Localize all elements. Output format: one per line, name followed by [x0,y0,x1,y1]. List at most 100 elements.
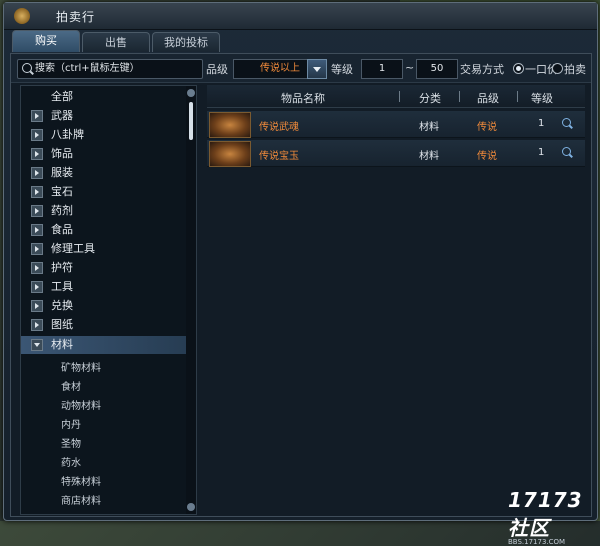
search-placeholder: 搜索（ctrl+鼠标左键） [35,63,140,74]
category-item-bagua[interactable]: 八卦牌 [21,126,191,144]
item-thumbnail [209,112,251,138]
table-header: 物品名称 分类 品级 等级 [207,85,585,108]
radio-auction[interactable] [552,63,563,74]
expand-icon[interactable] [31,205,43,217]
category-label: 兑换 [51,299,73,312]
expand-icon[interactable] [31,148,43,160]
item-name: 传说武魂 [259,122,299,133]
category-label: 全部 [51,90,73,103]
column-header-category[interactable]: 分类 [419,90,441,106]
subcategory-animal[interactable]: 动物材料 [61,397,101,412]
scroll-down-icon[interactable] [187,503,195,511]
window-titlebar[interactable]: 拍卖行 [4,3,597,30]
buy-panel: 搜索（ctrl+鼠标左键） 品级 传说以上 等级 1 ~ 50 交易方式 一口价… [10,53,592,517]
category-item-potions[interactable]: 药剂 [21,202,191,220]
category-item-clothing[interactable]: 服装 [21,164,191,182]
magnifier-icon[interactable] [562,118,571,127]
expand-icon[interactable] [31,224,43,236]
expand-icon[interactable] [31,186,43,198]
category-label: 药剂 [51,204,73,217]
category-label: 服装 [51,166,73,179]
watermark-logo: 17173社区 [508,488,583,540]
category-label: 护符 [51,261,73,274]
category-item-exchange[interactable]: 兑换 [21,297,191,315]
expand-icon[interactable] [31,319,43,331]
item-name: 传说宝玉 [259,151,299,162]
item-grade: 传说 [477,151,497,162]
category-item-talismans[interactable]: 护符 [21,259,191,277]
tab-my-bids[interactable]: 我的投标 [152,32,220,52]
scrollbar-thumb[interactable] [189,102,193,140]
category-label: 图纸 [51,318,73,331]
search-icon [22,63,32,73]
column-divider [399,91,400,102]
category-scrollbar[interactable] [186,86,196,514]
category-label: 八卦牌 [51,128,84,141]
subcategory-relics[interactable]: 圣物 [61,435,81,450]
auction-house-icon [14,8,30,24]
subcategory-elixirs[interactable]: 药水 [61,454,81,469]
subcategory-inner-core[interactable]: 内丹 [61,416,81,431]
magnifier-icon[interactable] [562,147,571,156]
radio-auction-label[interactable]: 拍卖 [564,61,586,77]
scroll-up-icon[interactable] [187,89,195,97]
level-max-input[interactable]: 50 [416,59,458,79]
table-row[interactable]: 传说宝玉 材料 传说 1 [207,140,585,167]
item-level: 1 [538,147,545,158]
watermark-url: BBS.17173.COM [508,538,566,546]
chevron-down-icon[interactable] [307,59,327,79]
column-header-level[interactable]: 等级 [531,90,553,106]
item-category: 材料 [419,151,439,162]
category-item-weapons[interactable]: 武器 [21,107,191,125]
expand-icon[interactable] [31,167,43,179]
category-label: 工具 [51,280,73,293]
results-table: 物品名称 分类 品级 等级 传说武魂 材料 传说 1 传说宝玉 材料 传说 1 [207,85,585,513]
expand-icon[interactable] [31,129,43,141]
category-item-gems[interactable]: 宝石 [21,183,191,201]
item-grade: 传说 [477,122,497,133]
level-range-separator: ~ [405,61,415,74]
radio-buyout[interactable] [513,63,524,74]
grade-label: 品级 [206,63,228,76]
category-item-materials[interactable]: 材料 [21,336,191,354]
category-label: 修理工具 [51,242,95,255]
category-label: 武器 [51,109,73,122]
collapse-icon[interactable] [31,339,43,351]
item-thumbnail [209,141,251,167]
filter-bar: 搜索（ctrl+鼠标左键） 品级 传说以上 等级 1 ~ 50 交易方式 一口价… [11,54,591,83]
category-item-all[interactable]: 全部 [21,88,191,106]
subcategory-ore[interactable]: 矿物材料 [61,359,101,374]
expand-icon[interactable] [31,300,43,312]
category-label: 宝石 [51,185,73,198]
subcategory-special[interactable]: 特殊材料 [61,473,101,488]
column-header-name[interactable]: 物品名称 [281,90,325,106]
category-list: 全部 武器 八卦牌 饰品 服装 宝石 药剂 食品 修理工具 护符 工具 兑换 图… [20,85,197,515]
tab-sell[interactable]: 出售 [82,32,150,52]
subcategory-ingredients[interactable]: 食材 [61,378,81,393]
search-input[interactable]: 搜索（ctrl+鼠标左键） [17,59,203,79]
level-min-input[interactable]: 1 [361,59,403,79]
column-header-grade[interactable]: 品级 [477,90,499,106]
expand-icon[interactable] [31,281,43,293]
category-label: 材料 [51,338,73,351]
expand-icon[interactable] [31,110,43,122]
category-item-blueprints[interactable]: 图纸 [21,316,191,334]
trade-method-label: 交易方式 [460,63,504,76]
category-item-food[interactable]: 食品 [21,221,191,239]
expand-icon[interactable] [31,262,43,274]
item-level: 1 [538,118,545,129]
category-item-accessories[interactable]: 饰品 [21,145,191,163]
category-item-tools[interactable]: 工具 [21,278,191,296]
category-label: 饰品 [51,147,73,160]
table-row[interactable]: 传说武魂 材料 传说 1 [207,111,585,138]
category-item-repair-tools[interactable]: 修理工具 [21,240,191,258]
category-label: 食品 [51,223,73,236]
subcategory-shop[interactable]: 商店材料 [61,492,101,507]
window-title: 拍卖行 [56,10,96,24]
column-divider [459,91,460,102]
site-watermark: 17173社区 BBS.17173.COM [508,488,600,546]
level-label: 等级 [331,63,353,76]
tab-buy[interactable]: 购买 [12,30,80,52]
expand-icon[interactable] [31,243,43,255]
auction-house-window: 拍卖行 购买 出售 我的投标 搜索（ctrl+鼠标左键） 品级 传说以上 等级 … [3,2,598,521]
